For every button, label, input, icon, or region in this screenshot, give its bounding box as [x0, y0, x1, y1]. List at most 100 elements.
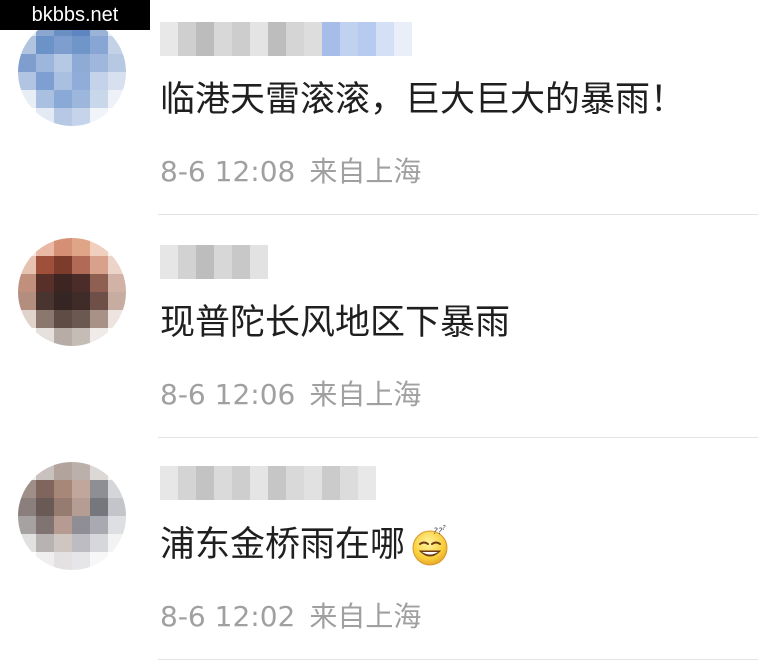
username-pixel [322, 466, 340, 500]
avatar-pixel [54, 498, 72, 516]
username-pixel [250, 22, 268, 56]
avatar-pixel [18, 54, 36, 72]
avatar[interactable] [18, 238, 126, 346]
avatar-pixel [54, 72, 72, 90]
avatar-pixel [18, 310, 36, 328]
username-pixel [322, 22, 340, 56]
username-pixel [214, 245, 232, 279]
avatar-pixel [18, 534, 36, 552]
avatar-pixel [36, 480, 54, 498]
avatar-pixel [90, 498, 108, 516]
avatar-pixel [90, 36, 108, 54]
avatar-pixel [54, 310, 72, 328]
avatar-pixel [54, 238, 72, 256]
watermark: bkbbs.net [0, 0, 150, 30]
avatar-pixel [72, 256, 90, 274]
avatar[interactable] [18, 18, 126, 126]
avatar-pixel [36, 516, 54, 534]
avatar-pixel [36, 292, 54, 310]
avatar-pixel [108, 108, 126, 126]
username-blurred[interactable] [160, 466, 376, 500]
avatar-pixel [72, 54, 90, 72]
svg-text:?: ? [442, 524, 446, 532]
avatar-pixel [54, 534, 72, 552]
avatar-pixel [54, 480, 72, 498]
avatar-pixel [36, 72, 54, 90]
avatar-pixel [90, 90, 108, 108]
avatar-pixel [90, 238, 108, 256]
avatar-pixel [72, 516, 90, 534]
avatar-pixel [36, 310, 54, 328]
avatar-pixel [90, 256, 108, 274]
username-pixel [340, 22, 358, 56]
avatar-pixel [36, 534, 54, 552]
avatar-pixel [18, 292, 36, 310]
avatar-pixel [108, 36, 126, 54]
username-pixel [304, 466, 322, 500]
avatar-pixel [36, 238, 54, 256]
avatar[interactable] [18, 462, 126, 570]
avatar-pixel [72, 328, 90, 346]
username-pixel [268, 22, 286, 56]
avatar-pixel [90, 534, 108, 552]
avatar-pixel [18, 552, 36, 570]
username-blurred[interactable] [160, 245, 268, 279]
avatar-pixel [72, 310, 90, 328]
divider [158, 437, 758, 438]
username-pixel [340, 466, 358, 500]
avatar-pixel [54, 328, 72, 346]
avatar-pixel [54, 36, 72, 54]
avatar-pixel [108, 310, 126, 328]
avatar-pixel [18, 516, 36, 534]
avatar-pixel [90, 108, 108, 126]
username-blurred[interactable] [160, 22, 412, 56]
avatar-pixel [108, 534, 126, 552]
avatar-pixel [108, 256, 126, 274]
comment-text: 临港天雷滚滚，巨大巨大的暴雨！ [160, 80, 686, 120]
avatar-pixel [90, 72, 108, 90]
username-pixel [286, 22, 304, 56]
avatar-pixel [72, 480, 90, 498]
avatar-pixel [72, 292, 90, 310]
username-pixel [178, 22, 196, 56]
avatar-pixel [18, 462, 36, 480]
avatar-pixel [90, 552, 108, 570]
avatar-pixel [72, 72, 90, 90]
avatar-pixel [90, 462, 108, 480]
avatar-pixel [108, 274, 126, 292]
avatar-pixel [72, 274, 90, 292]
avatar-pixel [54, 292, 72, 310]
divider [158, 214, 758, 215]
comment-time: 8-6 12:02 [160, 600, 296, 633]
comment-source: 来自上海 [309, 378, 422, 411]
avatar-pixel [18, 36, 36, 54]
avatar-pixel [18, 72, 36, 90]
avatar-pixel [72, 534, 90, 552]
avatar-pixel [108, 462, 126, 480]
avatar-pixel [72, 498, 90, 516]
username-pixel [358, 22, 376, 56]
avatar-pixel [54, 108, 72, 126]
comment-meta: 8-6 12:02 来自上海 [160, 597, 421, 637]
username-pixel [214, 22, 232, 56]
avatar-pixel [72, 108, 90, 126]
dizzy-sweat-emoji-icon: ?? ? [412, 524, 448, 566]
avatar-pixel [72, 90, 90, 108]
username-pixel [178, 466, 196, 500]
avatar-pixel [108, 238, 126, 256]
divider [158, 659, 758, 660]
avatar-pixel [54, 90, 72, 108]
avatar-pixel [18, 480, 36, 498]
username-pixel [394, 22, 412, 56]
username-pixel [196, 466, 214, 500]
avatar-pixel [36, 90, 54, 108]
avatar-pixel [18, 90, 36, 108]
avatar-pixel [18, 328, 36, 346]
avatar-pixel [90, 328, 108, 346]
avatar-pixel [54, 552, 72, 570]
username-pixel [286, 466, 304, 500]
avatar-pixel [54, 462, 72, 480]
avatar-pixel [36, 498, 54, 516]
avatar-pixel [36, 274, 54, 292]
avatar-pixel [36, 328, 54, 346]
